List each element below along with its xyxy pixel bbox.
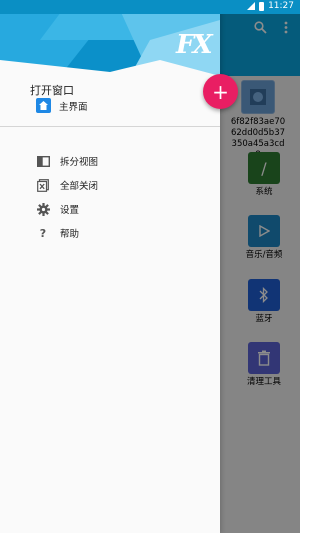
menu-item-split-view[interactable]: 拆分视图	[36, 154, 98, 168]
help-icon: ?	[39, 226, 47, 240]
battery-icon	[259, 1, 265, 11]
status-indicators: 11:27	[247, 1, 294, 11]
menu-item-close-all[interactable]: 全部关闭	[36, 178, 98, 192]
main-window-item[interactable]: 主界面	[36, 98, 88, 113]
menu-label: 设置	[60, 205, 80, 216]
navigation-drawer: FX 打开窗口 主界面 拆分视图 全部关闭 设置 ? 帮助	[0, 0, 220, 533]
new-window-fab[interactable]: +	[203, 74, 238, 109]
gear-icon	[36, 202, 50, 216]
menu-label: 拆分视图	[60, 157, 99, 168]
signal-icon	[247, 2, 256, 10]
main-window-label: 主界面	[59, 101, 88, 113]
status-time: 11:27	[268, 1, 294, 11]
fx-logo: FX	[176, 30, 213, 60]
status-bar: 11:27	[0, 0, 300, 14]
menu-item-settings[interactable]: 设置	[36, 202, 79, 216]
menu-label: 帮助	[60, 229, 80, 240]
section-title: 打开窗口	[30, 84, 74, 97]
menu-label: 全部关闭	[60, 181, 99, 192]
home-icon	[36, 98, 51, 113]
menu-item-help[interactable]: ? 帮助	[36, 226, 80, 241]
divider	[0, 126, 220, 127]
split-view-icon	[36, 154, 50, 168]
close-all-icon	[36, 178, 50, 192]
